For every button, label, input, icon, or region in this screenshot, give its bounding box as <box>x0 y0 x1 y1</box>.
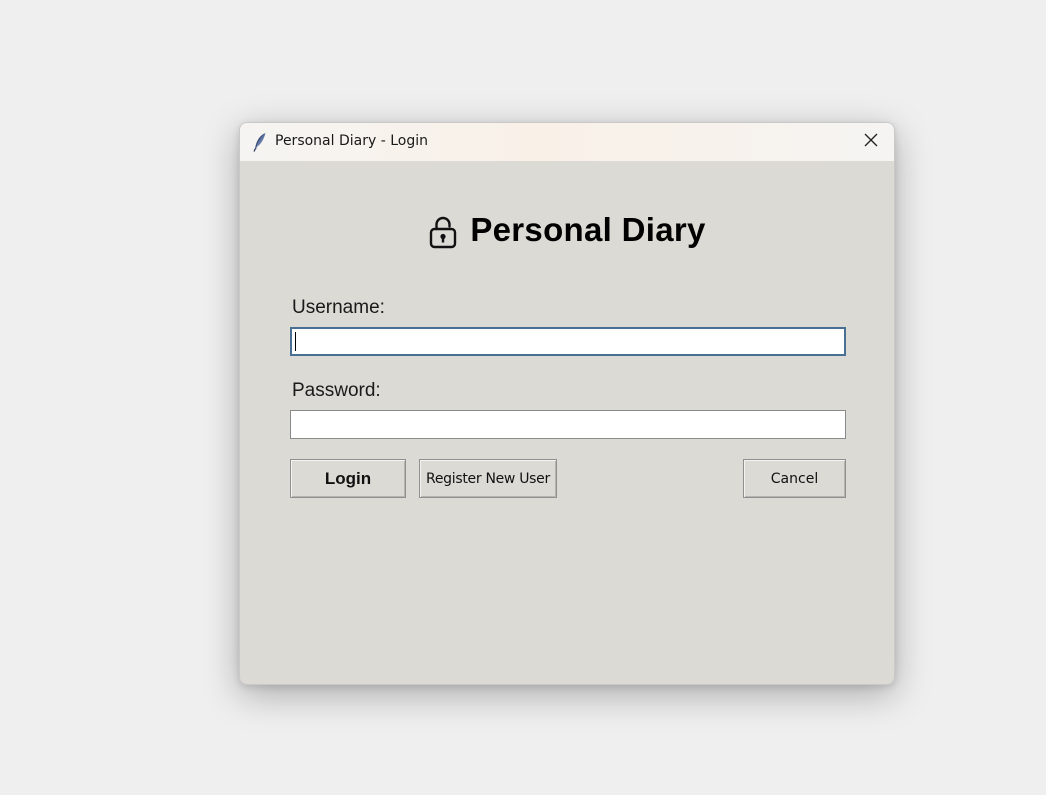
password-label: Password: <box>292 380 381 401</box>
lock-icon <box>428 215 458 249</box>
text-cursor <box>295 332 296 351</box>
login-button[interactable]: Login <box>290 459 406 498</box>
title-bar[interactable]: Personal Diary - Login <box>240 123 894 161</box>
desktop: Personal Diary - Login Personal Diary Us… <box>0 0 1046 795</box>
login-window: Personal Diary - Login Personal Diary Us… <box>239 122 895 685</box>
username-label: Username: <box>292 297 385 318</box>
close-icon <box>864 133 878 152</box>
username-input[interactable] <box>290 327 846 356</box>
window-title: Personal Diary - Login <box>275 133 428 149</box>
page-heading: Personal Diary <box>240 211 894 249</box>
cancel-button[interactable]: Cancel <box>743 459 846 498</box>
feather-icon <box>252 132 268 152</box>
login-form: Personal Diary Username: Password: Login… <box>240 161 894 684</box>
close-button[interactable] <box>848 123 894 161</box>
page-title: Personal Diary <box>470 211 706 248</box>
password-input[interactable] <box>290 410 846 439</box>
register-new-user-button[interactable]: Register New User <box>419 459 557 498</box>
